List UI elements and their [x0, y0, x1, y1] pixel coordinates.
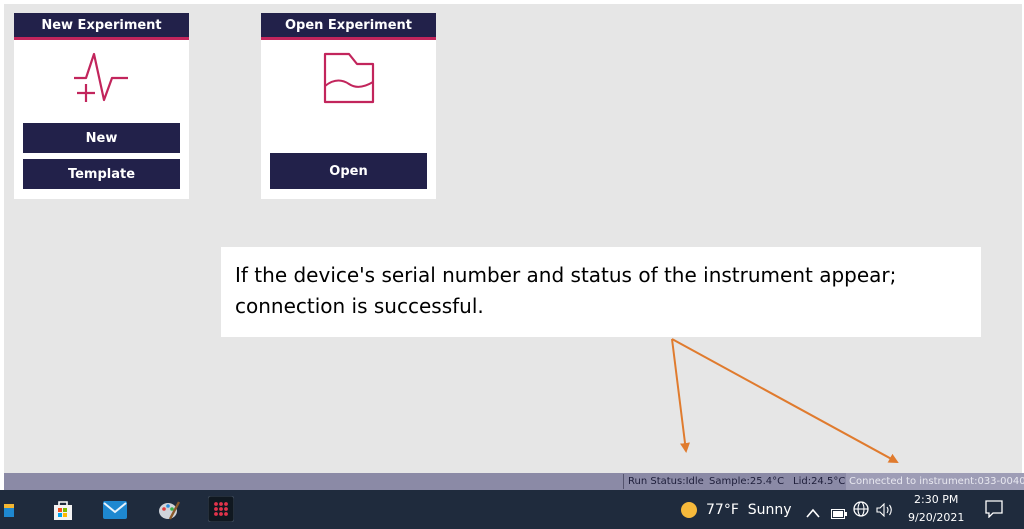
- new-button[interactable]: New: [23, 123, 180, 153]
- notification-icon[interactable]: [985, 500, 1003, 522]
- open-folder-chart-icon: [261, 50, 436, 106]
- status-bar: Run Status:Idle Sample:25.4°C Lid:24.5°C…: [4, 473, 1024, 490]
- open-experiment-title: Open Experiment: [261, 13, 436, 40]
- template-button[interactable]: Template: [23, 159, 180, 189]
- network-globe-icon[interactable]: [853, 501, 869, 521]
- sun-icon[interactable]: [680, 501, 698, 523]
- file-explorer-icon[interactable]: [4, 501, 22, 523]
- chevron-up-icon[interactable]: [806, 503, 820, 522]
- paint-icon[interactable]: [158, 499, 181, 525]
- open-experiment-card: Open Experiment Open: [261, 13, 436, 199]
- sample-temperature: Sample:25.4°C: [709, 476, 785, 487]
- volume-icon[interactable]: [876, 502, 894, 521]
- new-experiment-card: New Experiment New Template: [14, 13, 189, 199]
- app-grid-icon[interactable]: [207, 495, 235, 526]
- connection-status: Connected to instrument:033-00402: [846, 473, 1024, 490]
- battery-icon[interactable]: [831, 504, 847, 523]
- open-button[interactable]: Open: [270, 153, 427, 189]
- store-icon[interactable]: [52, 499, 74, 525]
- callout-line-1: If the device's serial number and status…: [235, 263, 897, 287]
- new-experiment-title: New Experiment: [14, 13, 189, 40]
- instruction-callout: If the device's serial number and status…: [221, 247, 981, 337]
- mail-icon[interactable]: [103, 501, 127, 523]
- weather-text[interactable]: 77°F Sunny: [706, 502, 792, 518]
- waveform-plus-icon: [14, 48, 189, 104]
- callout-line-2: connection is successful.: [235, 294, 484, 318]
- lid-temperature: Lid:24.5°C: [793, 476, 846, 487]
- clock-date[interactable]: 9/20/2021: [908, 511, 964, 524]
- status-separator: [623, 474, 624, 489]
- run-status: Run Status:Idle: [628, 476, 704, 487]
- clock-time[interactable]: 2:30 PM: [914, 493, 958, 506]
- windows-taskbar: 77°F Sunny 2:30 PM 9/20/2021: [0, 490, 1024, 529]
